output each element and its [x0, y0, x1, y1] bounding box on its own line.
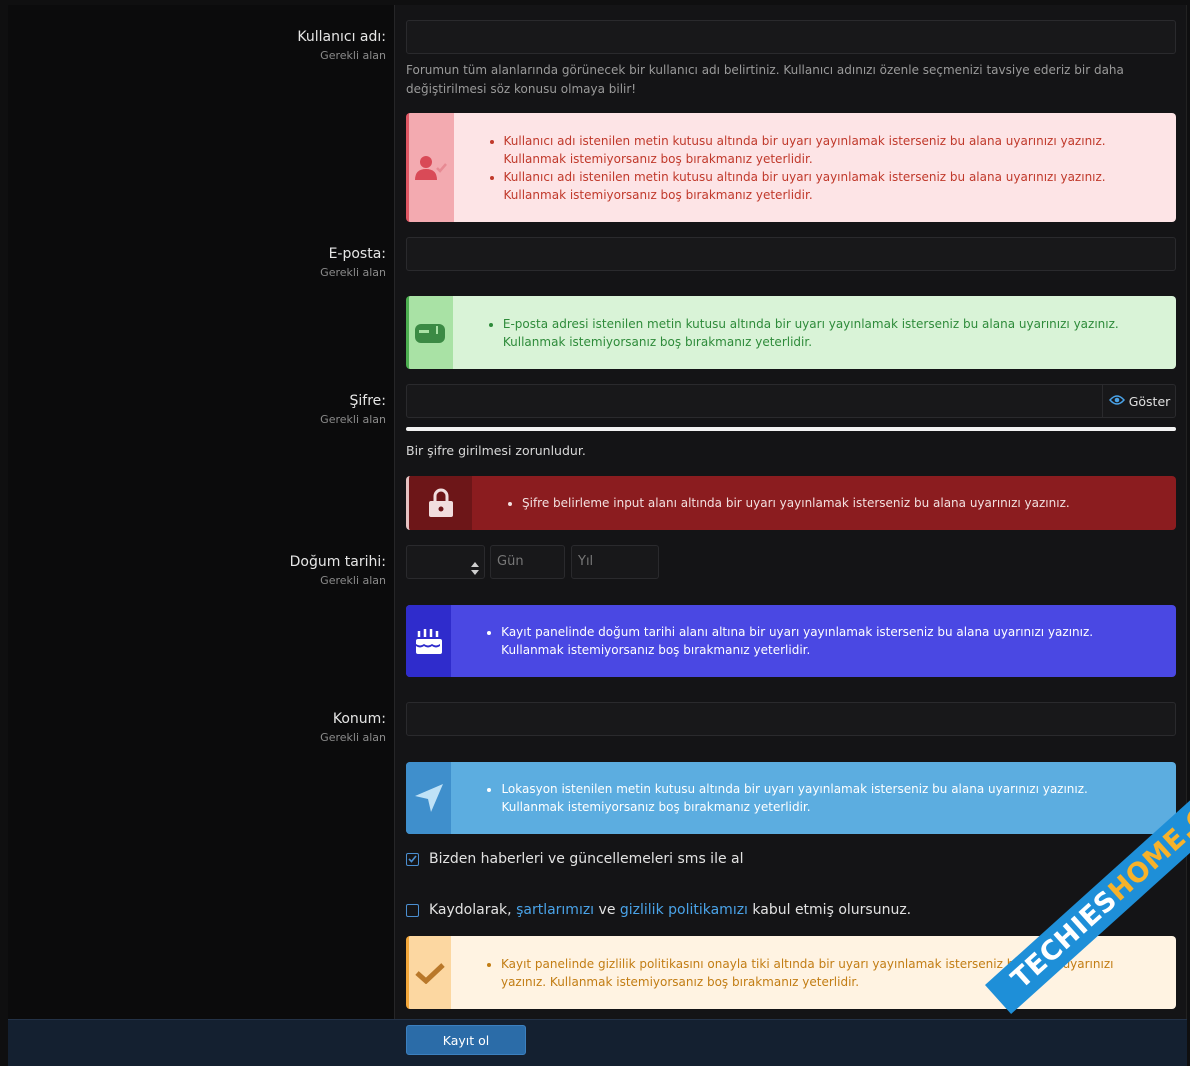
user-check-icon: [409, 113, 454, 222]
location-alert-list: Lokasyon istenilen metin kutusu altında …: [451, 762, 1176, 834]
birthday-label: Doğum tarihi:: [289, 554, 386, 570]
birthday-alert-list: Kayıt panelinde doğum tarihi alanı altın…: [451, 605, 1176, 677]
username-alert-item: Kullanıcı adı istenilen metin kutusu alt…: [504, 132, 1150, 168]
sms-option[interactable]: Bizden haberleri ve güncellemeleri sms i…: [406, 851, 744, 867]
birthday-alert: Kayıt panelinde doğum tarihi alanı altın…: [406, 605, 1176, 677]
password-required: Gerekli alan: [320, 413, 386, 426]
password-alert: Şifre belirleme input alanı altında bir …: [406, 476, 1176, 530]
location-alert-item: Lokasyon istenilen metin kutusu altında …: [501, 780, 1150, 816]
email-label: E-posta:: [328, 246, 386, 262]
username-label-block: Kullanıcı adı: Gerekli alan: [297, 29, 386, 62]
username-alert-item: Kullanıcı adı istenilen metin kutusu alt…: [504, 168, 1150, 204]
show-password-label: Göster: [1128, 393, 1171, 409]
lock-icon: [409, 476, 472, 530]
email-alert-list: E-posta adresi istenilen metin kutusu al…: [453, 296, 1176, 369]
show-password-button[interactable]: Göster: [1102, 384, 1176, 418]
username-alert-list: Kullanıcı adı istenilen metin kutusu alt…: [454, 113, 1176, 222]
privacy-link[interactable]: gizlilik politikamızı: [620, 902, 748, 918]
terms-suffix: kabul etmiş olursunuz.: [752, 902, 912, 918]
terms-prefix: Kaydolarak,: [429, 902, 512, 918]
select-arrows-icon: [471, 556, 479, 588]
terms-middle: ve: [598, 902, 616, 918]
register-button[interactable]: Kayıt ol: [406, 1025, 526, 1055]
email-input[interactable]: [406, 237, 1176, 271]
password-label-block: Şifre: Gerekli alan: [320, 393, 386, 426]
location-required: Gerekli alan: [320, 731, 386, 744]
checkmark-icon: [409, 936, 451, 1009]
email-required: Gerekli alan: [320, 266, 386, 279]
location-label: Konum:: [332, 711, 386, 727]
birthday-month-select[interactable]: [406, 545, 485, 579]
password-alert-list: Şifre belirleme input alanı altında bir …: [472, 476, 1096, 530]
form-footer: [8, 1019, 1187, 1066]
location-input[interactable]: [406, 702, 1176, 736]
password-strength-bar: [406, 427, 1176, 431]
location-alert: Lokasyon istenilen metin kutusu altında …: [406, 762, 1176, 834]
location-label-block: Konum: Gerekli alan: [320, 711, 386, 744]
terms-option[interactable]: Kaydolarak, şartlarımızı ve gizlilik pol…: [406, 902, 911, 918]
sms-checkbox[interactable]: [406, 852, 419, 866]
label-column: [8, 5, 395, 1019]
eye-icon: [1108, 394, 1125, 409]
password-input[interactable]: [406, 384, 1176, 418]
email-label-block: E-posta: Gerekli alan: [320, 246, 386, 279]
birthday-year-input[interactable]: Yıl: [571, 545, 659, 579]
username-input[interactable]: [406, 20, 1176, 54]
username-label: Kullanıcı adı:: [297, 29, 386, 45]
check-icon: [408, 855, 417, 863]
email-alert: E-posta adresi istenilen metin kutusu al…: [406, 296, 1176, 369]
username-hint: Forumun tüm alanlarında görünecek bir ku…: [406, 63, 1124, 96]
password-alert-item: Şifre belirleme input alanı altında bir …: [522, 494, 1070, 512]
username-alert: Kullanıcı adı istenilen metin kutusu alt…: [406, 113, 1176, 222]
birthday-required: Gerekli alan: [320, 574, 386, 587]
password-label: Şifre:: [349, 393, 386, 409]
sms-label: Bizden haberleri ve güncellemeleri sms i…: [429, 851, 744, 867]
location-arrow-icon: [406, 762, 452, 834]
password-note: Bir şifre girilmesi zorunludur.: [406, 443, 586, 458]
birthday-day-input[interactable]: Gün: [490, 545, 565, 579]
birthday-cake-icon: [406, 605, 452, 677]
birthday-alert-item: Kayıt panelinde doğum tarihi alanı altın…: [501, 623, 1150, 659]
username-required: Gerekli alan: [320, 49, 386, 62]
mailbox-icon: [409, 296, 453, 369]
terms-text: Kaydolarak, şartlarımızı ve gizlilik pol…: [429, 902, 911, 918]
email-alert-item: E-posta adresi istenilen metin kutusu al…: [503, 315, 1150, 351]
terms-checkbox[interactable]: [406, 903, 419, 917]
birthday-label-block: Doğum tarihi: Gerekli alan: [290, 554, 386, 587]
terms-link[interactable]: şartlarımızı: [516, 902, 594, 918]
